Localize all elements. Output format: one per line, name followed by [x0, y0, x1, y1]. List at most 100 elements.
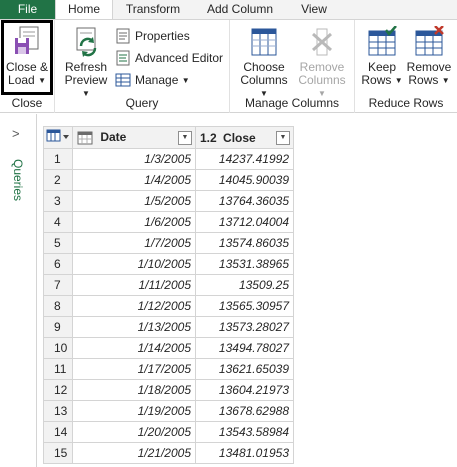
- chevron-down-icon: ▼: [181, 76, 190, 85]
- expand-queries-chevron-icon[interactable]: >: [12, 126, 20, 141]
- row-number[interactable]: 7: [43, 274, 73, 296]
- date-cell[interactable]: 1/13/2005: [72, 316, 196, 338]
- row-number[interactable]: 1: [43, 148, 73, 170]
- close-cell[interactable]: 13543.58984: [195, 421, 294, 443]
- remove-columns-icon: [312, 28, 332, 56]
- table-row[interactable]: 10 1/14/2005 13494.78027: [43, 337, 294, 359]
- close-cell[interactable]: 13764.36035: [195, 190, 294, 212]
- date-cell[interactable]: 1/21/2005: [72, 442, 196, 464]
- close-cell[interactable]: 13481.01953: [195, 442, 294, 464]
- date-cell[interactable]: 1/19/2005: [72, 400, 196, 422]
- close-cell[interactable]: 13565.30957: [195, 295, 294, 317]
- date-cell[interactable]: 1/11/2005: [72, 274, 196, 296]
- row-number[interactable]: 5: [43, 232, 73, 254]
- row-number[interactable]: 15: [43, 442, 73, 464]
- row-number[interactable]: 11: [43, 358, 73, 380]
- date-cell[interactable]: 1/4/2005: [72, 169, 196, 191]
- column-header-close-label: Close: [223, 130, 256, 145]
- close-group-label: Close: [11, 96, 43, 110]
- close-cell[interactable]: 13712.04004: [195, 211, 294, 233]
- reduce-rows-group: Keep Rows ▼ Remove Rows ▼ Reduce Rows: [355, 20, 457, 113]
- row-number[interactable]: 13: [43, 400, 73, 422]
- date-cell[interactable]: 1/17/2005: [72, 358, 196, 380]
- table-row[interactable]: 6 1/10/2005 13531.38965: [43, 253, 294, 275]
- close-cell[interactable]: 13573.28027: [195, 316, 294, 338]
- table-row[interactable]: 4 1/6/2005 13712.04004: [43, 211, 294, 233]
- row-number[interactable]: 6: [43, 253, 73, 275]
- tab-transform[interactable]: Transform: [120, 0, 186, 19]
- close-cell[interactable]: 14045.90039: [195, 169, 294, 191]
- remove-columns-button[interactable]: Remove Columns ▼: [293, 26, 351, 100]
- tab-home[interactable]: Home: [55, 0, 113, 20]
- table-row[interactable]: 1 1/3/2005 14237.41992: [43, 148, 294, 170]
- remove-rows-button[interactable]: Remove Rows ▼: [405, 26, 453, 87]
- close-load-label-line2: Load ▼: [8, 73, 46, 87]
- calendar-icon: [77, 131, 93, 145]
- close-group: Close & Load ▼ Close: [0, 20, 55, 113]
- chevron-down-icon: ▼: [441, 76, 450, 85]
- table-row[interactable]: 13 1/19/2005 13678.62988: [43, 400, 294, 422]
- column-header-date[interactable]: Date ▼: [72, 126, 196, 149]
- row-number[interactable]: 4: [43, 211, 73, 233]
- date-cell[interactable]: 1/7/2005: [72, 232, 196, 254]
- keep-rows-label-line2: Rows ▼: [361, 73, 403, 87]
- tab-file[interactable]: File: [0, 0, 55, 19]
- table-row[interactable]: 8 1/12/2005 13565.30957: [43, 295, 294, 317]
- date-cell[interactable]: 1/18/2005: [72, 379, 196, 401]
- close-cell[interactable]: 14237.41992: [195, 148, 294, 170]
- row-number[interactable]: 10: [43, 337, 73, 359]
- refresh-preview-button[interactable]: Refresh Preview ▼: [63, 26, 109, 100]
- row-number[interactable]: 9: [43, 316, 73, 338]
- row-number[interactable]: 14: [43, 421, 73, 443]
- row-number[interactable]: 3: [43, 190, 73, 212]
- close-filter-dropdown-icon[interactable]: ▼: [276, 131, 290, 145]
- select-all-corner[interactable]: [43, 126, 73, 149]
- tab-add-column[interactable]: Add Column: [198, 0, 282, 19]
- date-cell[interactable]: 1/3/2005: [72, 148, 196, 170]
- table-row[interactable]: 11 1/17/2005 13621.65039: [43, 358, 294, 380]
- remove-rows-label-line2: Rows ▼: [408, 73, 450, 87]
- date-cell[interactable]: 1/12/2005: [72, 295, 196, 317]
- date-cell[interactable]: 1/5/2005: [72, 190, 196, 212]
- manage-columns-group: Choose Columns ▼ Remove Columns ▼ Manage…: [230, 20, 355, 113]
- choose-columns-button[interactable]: Choose Columns ▼: [236, 26, 292, 100]
- tab-view[interactable]: View: [292, 0, 336, 19]
- column-header-close[interactable]: 1.2 Close ▼: [195, 126, 294, 149]
- date-cell[interactable]: 1/20/2005: [72, 421, 196, 443]
- query-group-label: Query: [125, 96, 159, 110]
- data-grid: Date ▼ 1.2 Close ▼ 1 1/3/2005 14237.41992 2…: [43, 126, 294, 464]
- close-cell[interactable]: 13494.78027: [195, 337, 294, 359]
- row-number[interactable]: 2: [43, 169, 73, 191]
- queries-pane-label[interactable]: Queries: [11, 159, 25, 201]
- properties-label: Properties: [135, 29, 190, 43]
- row-number[interactable]: 12: [43, 379, 73, 401]
- table-row[interactable]: 7 1/11/2005 13509.25: [43, 274, 294, 296]
- keep-rows-icon: [368, 26, 397, 56]
- table-row[interactable]: 2 1/4/2005 14045.90039: [43, 169, 294, 191]
- date-cell[interactable]: 1/10/2005: [72, 253, 196, 275]
- table-row[interactable]: 3 1/5/2005 13764.36035: [43, 190, 294, 212]
- query-group: Refresh Preview ▼ Properties Advanced Ed…: [55, 20, 230, 113]
- table-row[interactable]: 5 1/7/2005 13574.86035: [43, 232, 294, 254]
- table-row[interactable]: 14 1/20/2005 13543.58984: [43, 421, 294, 443]
- close-cell[interactable]: 13678.62988: [195, 400, 294, 422]
- close-cell[interactable]: 13574.86035: [195, 232, 294, 254]
- table-row[interactable]: 9 1/13/2005 13573.28027: [43, 316, 294, 338]
- table-row[interactable]: 12 1/18/2005 13604.21973: [43, 379, 294, 401]
- close-cell[interactable]: 13509.25: [195, 274, 294, 296]
- date-cell[interactable]: 1/6/2005: [72, 211, 196, 233]
- close-cell[interactable]: 13531.38965: [195, 253, 294, 275]
- queries-pane: > Queries: [0, 114, 37, 467]
- reduce-rows-group-label: Reduce Rows: [368, 96, 444, 110]
- close-cell[interactable]: 13621.65039: [195, 358, 294, 380]
- chevron-down-icon: ▼: [38, 76, 46, 85]
- row-number[interactable]: 8: [43, 295, 73, 317]
- refresh-icon: [76, 27, 97, 57]
- close-cell[interactable]: 13604.21973: [195, 379, 294, 401]
- date-filter-dropdown-icon[interactable]: ▼: [178, 131, 192, 145]
- date-cell[interactable]: 1/14/2005: [72, 337, 196, 359]
- close-load-button[interactable]: Close & Load ▼: [3, 26, 51, 87]
- manage-label: Manage ▼: [135, 73, 190, 87]
- keep-rows-button[interactable]: Keep Rows ▼: [359, 26, 405, 87]
- table-row[interactable]: 15 1/21/2005 13481.01953: [43, 442, 294, 464]
